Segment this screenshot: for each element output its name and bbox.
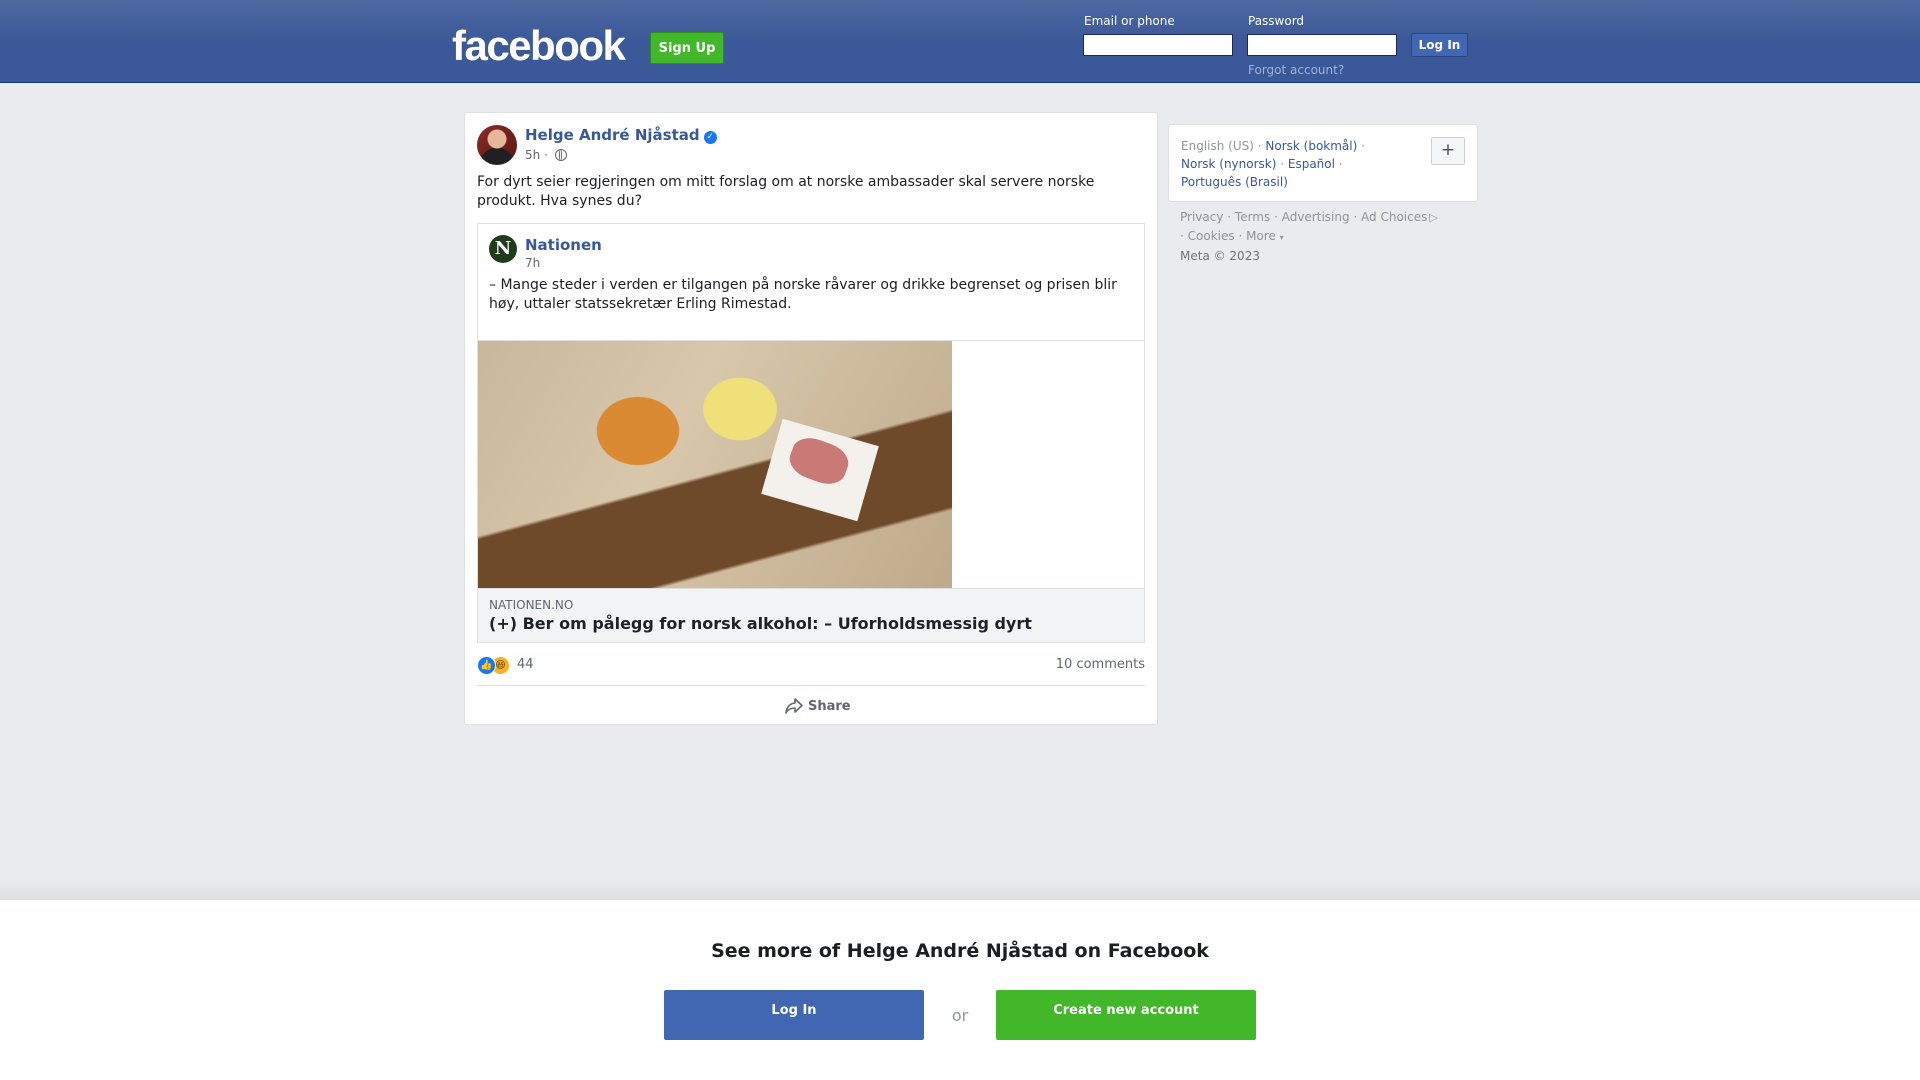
link-title[interactable]: (+) Ber om pålegg for norsk alkohol: – U… bbox=[489, 614, 1032, 633]
meta-separator: · bbox=[544, 148, 548, 162]
login-button[interactable]: Log In bbox=[1411, 33, 1468, 57]
signup-button[interactable]: Sign Up bbox=[650, 32, 724, 64]
ad-choices-link[interactable]: Ad Choices ▷ bbox=[1361, 210, 1438, 224]
share-icon bbox=[785, 698, 803, 714]
advertising-link[interactable]: Advertising bbox=[1282, 210, 1350, 224]
shared-post-text: – Mange steder i verden er tilgangen på … bbox=[489, 277, 1117, 312]
nationen-avatar[interactable]: N bbox=[489, 235, 517, 263]
more-link[interactable]: More ▾ bbox=[1246, 229, 1284, 243]
shared-page-name[interactable]: Nationen bbox=[525, 236, 602, 254]
comments-count[interactable]: 10 comments bbox=[1056, 657, 1145, 672]
language-link[interactable]: Norsk (bokmål) bbox=[1265, 139, 1357, 153]
share-label: Share bbox=[808, 699, 851, 714]
language-link[interactable]: Español bbox=[1288, 157, 1335, 171]
banner-title: See more of Helge André Njåstad on Faceb… bbox=[711, 940, 1209, 962]
footer-links: Privacy · Terms · Advertising · Ad Choic… bbox=[1180, 210, 1438, 263]
more-languages-button[interactable]: + bbox=[1431, 137, 1465, 165]
create-account-button[interactable]: Create new account bbox=[996, 990, 1256, 1040]
link-domain: NATIONEN.NO bbox=[489, 598, 574, 612]
post-text: For dyrt seier regjeringen om mitt forsl… bbox=[477, 174, 1095, 209]
post-meta: 5h · bbox=[525, 148, 567, 162]
ad-choices-icon: ▷ bbox=[1429, 211, 1438, 224]
copyright: Meta © 2023 bbox=[1180, 249, 1260, 263]
top-navbar: facebook Sign Up Email or phone Password… bbox=[0, 0, 1920, 83]
email-label: Email or phone bbox=[1084, 14, 1175, 28]
banner-shadow bbox=[0, 880, 1920, 900]
like-reaction-icon: 👍 bbox=[477, 656, 496, 675]
cookies-link[interactable]: Cookies bbox=[1188, 229, 1235, 243]
share-button[interactable]: Share bbox=[785, 696, 851, 718]
privacy-link[interactable]: Privacy bbox=[1180, 210, 1223, 224]
link-image-padding bbox=[952, 340, 1144, 589]
link-preview-image[interactable] bbox=[478, 340, 952, 589]
verified-badge-icon: ✓ bbox=[703, 131, 717, 144]
language-link[interactable]: Norsk (nynorsk) bbox=[1181, 157, 1276, 171]
globe-icon bbox=[554, 149, 567, 161]
language-link[interactable]: Português (Brasil) bbox=[1181, 175, 1288, 189]
reaction-count: 44 bbox=[517, 657, 534, 672]
forgot-account-link[interactable]: Forgot account? bbox=[1248, 63, 1344, 77]
shared-post: N Nationen 7h – Mange steder i verden er… bbox=[477, 223, 1145, 643]
banner-or-text: or bbox=[951, 1006, 969, 1025]
password-field[interactable] bbox=[1247, 34, 1397, 56]
language-list: English (US) · Norsk (bokmål) · Norsk (n… bbox=[1181, 139, 1365, 189]
more-label: More bbox=[1246, 229, 1276, 243]
password-label: Password bbox=[1248, 14, 1305, 28]
terms-link[interactable]: Terms bbox=[1235, 210, 1270, 224]
post-card: Helge André Njåstad ✓ 5h · For dyrt seier… bbox=[464, 112, 1158, 725]
shared-post-time[interactable]: 7h bbox=[525, 256, 540, 270]
caret-down-icon: ▾ bbox=[1279, 233, 1284, 242]
login-prompt-banner: See more of Helge André Njåstad on Faceb… bbox=[0, 900, 1920, 1080]
language-current: English (US) bbox=[1181, 139, 1254, 153]
language-selector: English (US) · Norsk (bokmål) · Norsk (n… bbox=[1168, 124, 1478, 202]
facebook-logo[interactable]: facebook bbox=[452, 20, 626, 72]
banner-login-button[interactable]: Log In bbox=[664, 990, 924, 1040]
actions-divider bbox=[477, 685, 1145, 686]
author-avatar[interactable] bbox=[477, 125, 517, 165]
ad-choices-label: Ad Choices bbox=[1361, 210, 1428, 224]
link-preview[interactable]: NATIONEN.NO (+) Ber om pålegg for norsk … bbox=[478, 588, 1144, 642]
email-field[interactable] bbox=[1083, 34, 1233, 56]
post-author-name[interactable]: Helge André Njåstad bbox=[525, 126, 700, 144]
post-time[interactable]: 5h bbox=[525, 148, 540, 162]
post-author[interactable]: Helge André Njåstad ✓ bbox=[525, 126, 717, 144]
